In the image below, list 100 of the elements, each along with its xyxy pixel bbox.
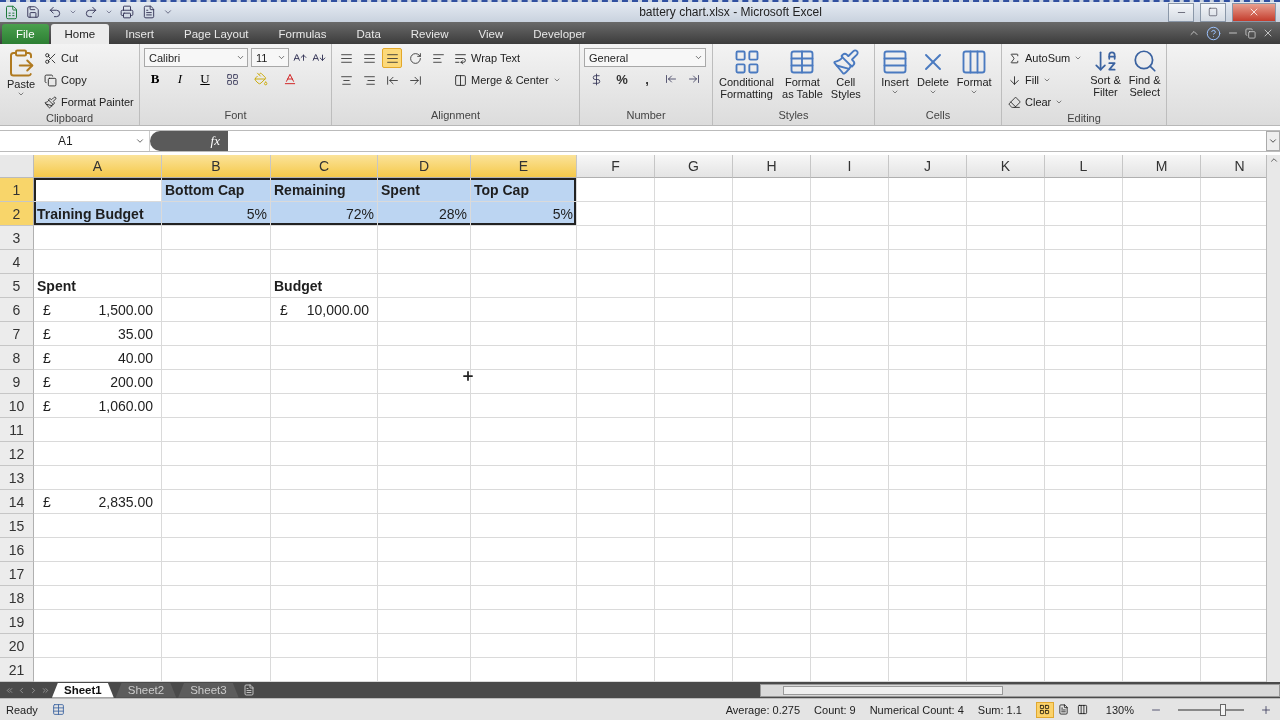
row-header[interactable]: 2 xyxy=(0,202,34,226)
number-style-button[interactable]: , xyxy=(636,69,658,89)
paste-button[interactable]: Paste xyxy=(4,48,38,112)
status-statistic: Sum: 1.1 xyxy=(977,703,1022,716)
wrap-text-button[interactable]: Wrap Text xyxy=(452,48,563,68)
merge-center-button[interactable]: Merge & Center xyxy=(452,70,563,90)
align-right-icon xyxy=(362,73,376,87)
merge-icon xyxy=(454,73,467,87)
column-header[interactable]: D xyxy=(378,155,471,178)
font-style-button[interactable]: I xyxy=(169,69,191,89)
print-preview-button[interactable] xyxy=(119,4,135,20)
zoom-level[interactable]: 130% xyxy=(1105,703,1134,716)
ribbon-tab[interactable]: View xyxy=(464,24,518,44)
column-header[interactable]: K xyxy=(967,155,1045,178)
row-header[interactable]: 5 xyxy=(0,274,34,298)
file-tab[interactable]: File xyxy=(2,24,49,44)
column-header[interactable]: M xyxy=(1123,155,1201,178)
view-button[interactable] xyxy=(1035,701,1054,718)
undo-button[interactable] xyxy=(47,4,63,20)
restore-button[interactable] xyxy=(1200,2,1226,22)
ribbon-tab[interactable]: Home xyxy=(50,24,110,44)
column-header[interactable]: A xyxy=(34,155,162,178)
editing-large-button[interactable]: Sort & Filter xyxy=(1088,48,1123,112)
row-header[interactable]: 7 xyxy=(0,322,34,346)
font-style-button[interactable]: U xyxy=(194,69,216,89)
editing-button[interactable]: Clear xyxy=(1006,92,1085,112)
horizontal-scrollbar[interactable] xyxy=(760,683,1280,697)
sheet-tab[interactable]: Sheet2 xyxy=(115,682,177,698)
column-header[interactable]: N xyxy=(1201,155,1266,178)
cells-button[interactable]: Delete xyxy=(915,48,951,109)
caret-icon xyxy=(163,7,173,17)
column-header[interactable]: G xyxy=(655,155,733,178)
column-header[interactable]: H xyxy=(733,155,811,178)
orientation-icon xyxy=(408,51,422,65)
clipboard-button[interactable]: Cut xyxy=(42,48,136,68)
ribbon-tab[interactable]: Review xyxy=(396,24,463,44)
row-header[interactable]: 19 xyxy=(0,610,34,634)
redo-button[interactable] xyxy=(83,4,99,20)
ribbon-tab[interactable]: Formulas xyxy=(264,24,341,44)
cells-button[interactable]: Format xyxy=(954,48,994,109)
zoom-slider-thumb[interactable] xyxy=(1219,703,1226,716)
currency-symbol: £ xyxy=(43,493,51,510)
editing-button[interactable]: Fill xyxy=(1006,70,1085,90)
column-header[interactable]: L xyxy=(1045,155,1123,178)
save-button[interactable] xyxy=(25,4,41,20)
cell-value: 35.00 xyxy=(117,325,153,342)
clipboard-button[interactable]: Format Painter xyxy=(42,92,136,112)
ribbon-tab[interactable]: Developer xyxy=(519,24,600,44)
row-header[interactable]: 8 xyxy=(0,346,34,370)
ribbon-tab[interactable]: Insert xyxy=(111,24,168,44)
row-header[interactable]: 11 xyxy=(0,418,34,442)
row-header[interactable]: 13 xyxy=(0,466,34,490)
row-header[interactable]: 9 xyxy=(0,370,34,394)
name-box[interactable]: A1 xyxy=(0,131,150,151)
styles-button[interactable]: Cell Styles xyxy=(828,48,863,109)
close-button[interactable] xyxy=(1232,2,1276,22)
ribbon-tab[interactable]: Page Layout xyxy=(170,24,263,44)
column-header[interactable]: B xyxy=(162,155,271,178)
styles-button[interactable]: Format as Table xyxy=(780,48,825,109)
column-header[interactable]: E xyxy=(471,155,577,178)
row-header[interactable]: 15 xyxy=(0,514,34,538)
caret-icon xyxy=(1074,54,1083,62)
number-style-button[interactable]: % xyxy=(611,69,633,89)
row-header[interactable]: 12 xyxy=(0,442,34,466)
clipboard-button[interactable]: Copy xyxy=(42,70,136,90)
ribbon-tab[interactable]: Data xyxy=(342,24,395,44)
font-style-button[interactable]: B xyxy=(144,69,166,89)
font-name-field[interactable]: Calibri xyxy=(144,48,248,67)
insert-function-button[interactable]: fx xyxy=(150,131,228,151)
vertical-scrollbar[interactable] xyxy=(1266,155,1280,682)
styles-button[interactable]: Conditional Formatting xyxy=(717,48,777,109)
editing-button[interactable]: AutoSum xyxy=(1006,48,1085,68)
plus-icon xyxy=(1260,703,1272,716)
font-size-field[interactable]: 11 xyxy=(251,48,289,67)
sheet-tab[interactable]: Sheet1 xyxy=(52,682,114,698)
row-header[interactable]: 10 xyxy=(0,394,34,418)
row-header[interactable]: 14 xyxy=(0,490,34,514)
row-header[interactable]: 1 xyxy=(0,178,34,202)
row-header[interactable]: 21 xyxy=(0,658,34,682)
row-header[interactable]: 4 xyxy=(0,250,34,274)
caret-icon xyxy=(694,53,703,62)
column-header[interactable]: I xyxy=(811,155,889,178)
row-header[interactable]: 18 xyxy=(0,586,34,610)
caret-icon xyxy=(891,88,899,96)
align-left-icon xyxy=(431,51,445,65)
column-header[interactable]: J xyxy=(889,155,967,178)
cells-button[interactable]: Insert xyxy=(879,48,911,109)
column-header[interactable]: C xyxy=(271,155,378,178)
row-header[interactable]: 16 xyxy=(0,538,34,562)
document-button[interactable] xyxy=(141,4,157,20)
column-header[interactable]: F xyxy=(577,155,655,178)
row-header[interactable]: 20 xyxy=(0,634,34,658)
row-header[interactable]: 6 xyxy=(0,298,34,322)
editing-large-button[interactable]: Find & Select xyxy=(1126,48,1163,112)
minimize-button[interactable] xyxy=(1168,2,1194,22)
number-format-field[interactable]: General xyxy=(584,48,706,67)
sheet-tab[interactable]: Sheet3 xyxy=(178,682,239,698)
alignment-button[interactable] xyxy=(382,48,402,68)
row-header[interactable]: 3 xyxy=(0,226,34,250)
row-header[interactable]: 17 xyxy=(0,562,34,586)
